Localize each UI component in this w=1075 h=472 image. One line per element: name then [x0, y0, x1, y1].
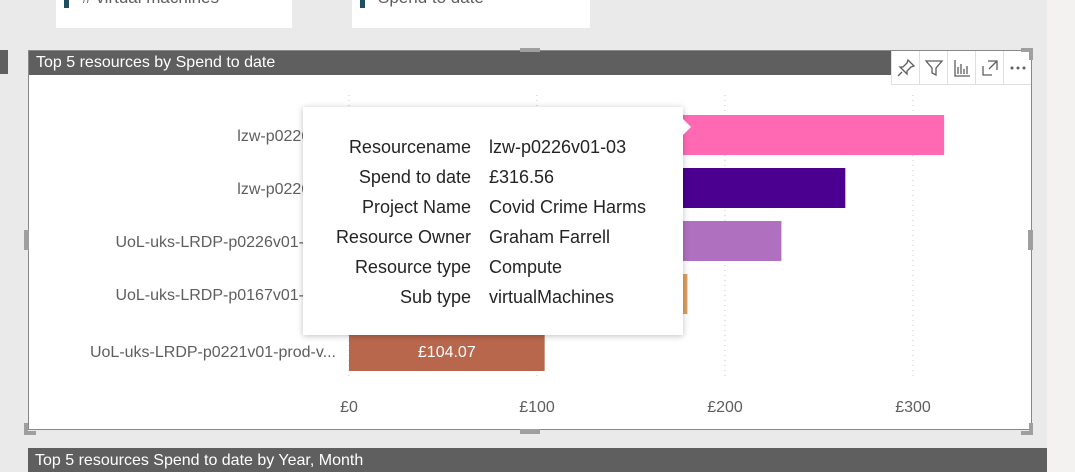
tooltip-row: Resource Owner Graham Farrell [303, 227, 683, 257]
tooltip-value: Covid Crime Harms [489, 197, 647, 217]
bottom-visual-title-bar[interactable]: Top 5 resources Spend to date by Year, M… [28, 448, 1047, 472]
x-tick-label: £0 [340, 399, 358, 416]
tooltip-row: Resourcename lzw-p0226v01-03 [303, 137, 683, 167]
x-tick-label: £300 [895, 399, 931, 416]
tooltip-key: Resource type [354, 257, 471, 277]
tooltip-value: £316.56 [489, 167, 555, 187]
data-label: £104.07 [418, 344, 476, 361]
tooltip-row: Sub type virtualMachines [303, 287, 683, 317]
tooltip-key: Project Name [361, 197, 471, 217]
chart-tooltip: Resourcename lzw-p0226v01-03 Spend to date… [303, 107, 691, 335]
tooltip-key: Resource Owner [335, 227, 471, 247]
tooltip-row: Project Name Covid Crime Harms [303, 197, 683, 227]
tooltip-value: Graham Farrell [489, 227, 611, 247]
tooltip-row: Resource type Compute [303, 257, 683, 287]
x-tick-label: £100 [519, 399, 555, 416]
tooltip-value: virtualMachines [489, 287, 615, 307]
tooltip-value: lzw-p0226v01-03 [489, 137, 627, 157]
category-label[interactable]: UoL-uks-LRDP-p0221v01-prod-v... [90, 344, 336, 361]
tooltip-value: Compute [489, 257, 563, 277]
tooltip-key: Spend to date [358, 167, 471, 187]
tooltip-key: Sub type [399, 287, 471, 307]
bottom-visual-title: Top 5 resources Spend to date by Year, M… [35, 452, 364, 469]
x-tick-label: £200 [707, 399, 743, 416]
tooltip-row: Spend to date £316.56 [303, 167, 683, 197]
tooltip-key: Resourcename [348, 137, 471, 157]
